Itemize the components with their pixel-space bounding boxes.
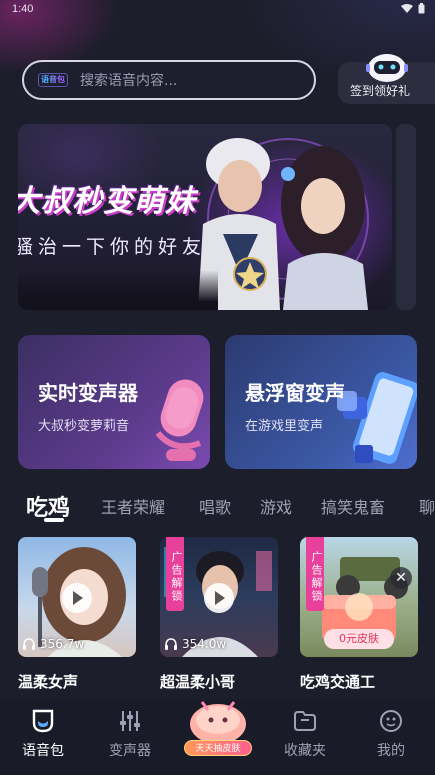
play-count: 356.7w <box>22 637 84 651</box>
card-subtitle: 在游戏里变声 <box>245 419 324 434</box>
nav-profile[interactable]: 我的 <box>356 708 426 760</box>
voice-thumbnail: 广告解锁 354.0w <box>160 537 278 657</box>
card-subtitle: 大叔秒变萝莉音 <box>38 419 130 434</box>
sliders-icon <box>120 711 140 731</box>
voice-item[interactable]: 广告解锁 ✕ 0元皮肤 吃鸡交通工 <box>300 537 418 692</box>
tab-chat[interactable]: 聊 <box>419 494 435 518</box>
tab-funny[interactable]: 搞笑鬼畜 <box>321 494 385 518</box>
nav-voice-pack[interactable]: 语音包 <box>8 708 78 760</box>
free-skin-badge: 0元皮肤 <box>324 629 394 649</box>
play-count-value: 356.7w <box>40 637 85 651</box>
profile-icon <box>380 710 402 732</box>
voice-name: 温柔女声 <box>18 673 79 691</box>
floating-window-card[interactable]: 悬浮窗变声 在游戏里变声 <box>225 335 417 469</box>
battery-icon <box>418 3 425 14</box>
realtime-voice-changer-card[interactable]: 实时变声器 大叔秒变萝莉音 <box>18 335 210 469</box>
daily-skin-tag: 天天抽皮肤 <box>184 740 252 756</box>
banner-title: 大叔秒变萌妹 <box>18 184 196 219</box>
search-placeholder: 搜索语音内容... <box>80 73 178 89</box>
voice-thumbnail: 356.7w <box>18 537 136 657</box>
ad-unlock-tag: 广告解锁 <box>306 537 324 611</box>
checkin-button[interactable]: 签到领好礼 <box>338 54 435 104</box>
tab-games[interactable]: 游戏 <box>260 494 292 518</box>
nav-label: 变声器 <box>109 743 151 759</box>
headphones-icon <box>165 638 177 650</box>
checkin-label: 签到领好礼 <box>350 84 411 98</box>
voice-pack-icon <box>32 709 54 733</box>
nav-label: 我的 <box>377 743 405 759</box>
tab-honor-of-kings[interactable]: 王者荣耀 <box>101 494 165 518</box>
ad-unlock-tag: 广告解锁 <box>166 537 184 611</box>
folder-icon <box>294 711 316 731</box>
phone-icon <box>337 372 417 464</box>
nav-label: 语音包 <box>22 743 64 759</box>
voice-thumbnail: 广告解锁 ✕ 0元皮肤 <box>300 537 418 657</box>
gift-mascot-icon <box>190 701 246 744</box>
banner-subtitle: 骚治一下你的好友 <box>18 236 207 258</box>
headphones-icon <box>23 638 35 650</box>
card-title: 悬浮窗变声 <box>245 381 345 405</box>
status-time: 1:40 <box>12 3 34 15</box>
category-tabs: 吃鸡 王者荣耀 唱歌 游戏 搞笑鬼畜 聊 <box>0 490 435 522</box>
card-title: 实时变声器 <box>38 381 138 405</box>
status-icons <box>401 3 425 14</box>
voice-name: 超温柔小哥 <box>160 673 236 691</box>
nav-favorites[interactable]: 收藏夹 <box>270 708 340 760</box>
bottom-navigation: 语音包 变声器 天天抽皮肤 收藏夹 我的 <box>0 700 435 775</box>
voice-item[interactable]: 广告解锁 354.0w 超温柔小哥 <box>160 537 278 692</box>
next-banner-peek[interactable] <box>396 124 416 310</box>
play-button[interactable] <box>204 583 234 613</box>
microphone-icon <box>155 379 204 461</box>
search-input[interactable]: 语音包 搜索语音内容... <box>22 60 316 100</box>
tab-singing[interactable]: 唱歌 <box>199 494 231 518</box>
play-count-value: 354.0w <box>182 637 227 651</box>
voice-name: 吃鸡交通工 <box>300 673 376 691</box>
active-tab-indicator <box>44 518 64 522</box>
voice-item[interactable]: 356.7w 温柔女声 <box>18 537 136 692</box>
status-bar: 1:40 <box>0 0 435 22</box>
wifi-icon <box>401 3 413 13</box>
play-count: 354.0w <box>164 637 226 651</box>
nav-label: 收藏夹 <box>284 743 326 759</box>
close-icon[interactable]: ✕ <box>390 567 412 589</box>
nav-voice-changer[interactable]: 变声器 <box>95 708 165 760</box>
robot-icon <box>366 54 408 82</box>
daily-skin-draw-button[interactable]: 天天抽皮肤 <box>178 694 258 764</box>
promo-banner[interactable]: 大叔秒变萌妹 骚治一下你的好友 <box>18 124 392 310</box>
city-silhouette <box>18 270 218 310</box>
voice-pack-tag: 语音包 <box>38 73 68 87</box>
play-button[interactable] <box>62 583 92 613</box>
